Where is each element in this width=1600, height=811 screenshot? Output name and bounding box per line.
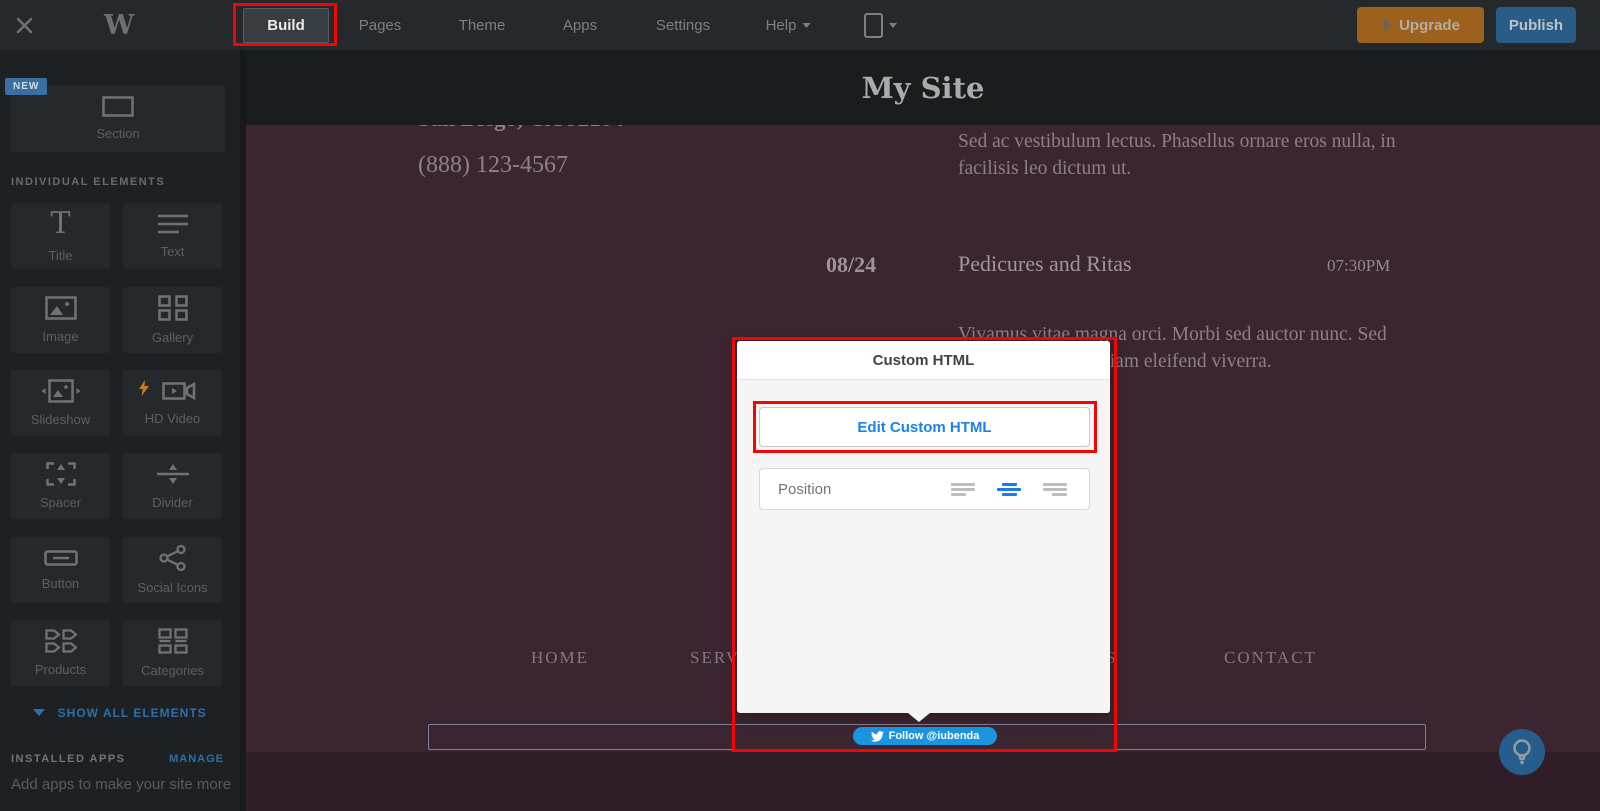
social-icons-icon [158, 545, 186, 571]
lightning-icon [139, 380, 149, 396]
event-name: Pedicures and Ritas [958, 251, 1132, 276]
body-line-2: diam eleifend viverra. [1100, 351, 1272, 372]
spacer-icon [45, 462, 76, 486]
tab-theme[interactable]: Theme [459, 0, 506, 50]
intro-line-2: facilisis leo dictum ut. [958, 158, 1132, 179]
site-header: My Site [246, 50, 1600, 125]
site-title: My Site [861, 70, 985, 105]
twitter-bird-icon [870, 730, 884, 742]
event-date: 08/24 [826, 252, 877, 277]
title-icon: T [50, 206, 71, 241]
dialog-pointer-caret [908, 713, 930, 722]
intro-line-1: Sed ac vestibulum lectus. Phasellus orna… [958, 131, 1396, 152]
chevron-down-icon [802, 22, 811, 28]
close-editor-button[interactable] [16, 0, 33, 50]
position-label: Position [778, 480, 832, 498]
canvas-footer-strip [246, 752, 1600, 811]
twitter-follow-label: Follow @iubenda [888, 730, 980, 742]
categories-icon [157, 628, 188, 654]
weebly-editor: San Diego, CA 92104 (888) 123-4567 Sed a… [0, 0, 1600, 811]
tab-build[interactable]: Build [243, 8, 329, 43]
site-nav-home[interactable]: HOME [531, 648, 589, 668]
element-gallery[interactable]: Gallery [123, 287, 222, 353]
text-icon [157, 214, 188, 234]
element-title[interactable]: T Title [11, 203, 110, 269]
button-icon [43, 550, 78, 566]
element-hd-video[interactable]: HD Video [123, 370, 222, 436]
gallery-icon [157, 295, 188, 321]
tab-settings[interactable]: Settings [656, 0, 710, 50]
elements-sidebar: NEW Section INDIVIDUAL ELEMENTS T Title … [0, 50, 240, 811]
align-right-button[interactable] [1043, 481, 1067, 498]
device-preview-button[interactable] [864, 0, 897, 50]
element-spacer[interactable]: Spacer [11, 453, 110, 519]
canvas-left-gap [240, 50, 246, 811]
device-icon [864, 12, 883, 38]
align-center-button[interactable] [997, 481, 1021, 498]
element-social-icons[interactable]: Social Icons [123, 537, 222, 603]
element-divider[interactable]: Divider [123, 453, 222, 519]
align-left-button[interactable] [951, 481, 975, 498]
site-nav-contact[interactable]: CONTACT [1224, 648, 1317, 668]
element-slideshow[interactable]: Slideshow [11, 370, 110, 436]
element-image[interactable]: Image [11, 287, 110, 353]
divider-icon [156, 464, 189, 484]
apps-note: Add apps to make your site more [11, 776, 232, 793]
image-icon [44, 296, 77, 320]
element-categories[interactable]: Categories [123, 620, 222, 686]
chevron-down-icon [889, 22, 897, 28]
element-products[interactable]: Products [11, 620, 110, 686]
lightning-icon [1381, 16, 1393, 34]
products-icon [44, 629, 77, 653]
tab-apps[interactable]: Apps [563, 0, 597, 50]
installed-apps-header: INSTALLED APPS [11, 753, 126, 765]
site-nav-services[interactable]: SERV [690, 648, 740, 668]
element-section[interactable]: Section [11, 85, 225, 152]
chevron-down-icon [33, 709, 46, 716]
dialog-title: Custom HTML [737, 341, 1110, 380]
site-phone: (888) 123-4567 [418, 152, 568, 178]
new-badge: NEW [5, 78, 48, 95]
edit-custom-html-button[interactable]: Edit Custom HTML [759, 407, 1090, 447]
manage-apps-link[interactable]: MANAGE [169, 753, 224, 765]
editor-toolbar: W Build Pages Theme Apps Settings Help U… [0, 0, 1600, 50]
weebly-logo[interactable]: W [104, 0, 134, 50]
tab-pages[interactable]: Pages [359, 0, 402, 50]
custom-html-dialog: Custom HTML Edit Custom HTML Position [737, 341, 1110, 713]
individual-elements-header: INDIVIDUAL ELEMENTS [11, 176, 166, 188]
element-text[interactable]: Text [123, 203, 222, 269]
upgrade-button[interactable]: Upgrade [1357, 7, 1484, 43]
help-bulb-button[interactable] [1499, 729, 1545, 775]
hd-video-icon [161, 381, 195, 401]
section-icon [102, 96, 134, 117]
position-control: Position [759, 468, 1090, 510]
twitter-follow-button[interactable]: Follow @iubenda [853, 727, 997, 745]
tab-help[interactable]: Help [766, 0, 811, 50]
event-time: 07:30PM [1327, 256, 1391, 275]
publish-button[interactable]: Publish [1496, 7, 1576, 43]
show-all-elements-link[interactable]: SHOW ALL ELEMENTS [0, 706, 240, 720]
slideshow-icon [41, 379, 80, 403]
close-icon [16, 17, 33, 33]
lightbulb-icon [1513, 739, 1531, 765]
element-button[interactable]: Button [11, 537, 110, 603]
